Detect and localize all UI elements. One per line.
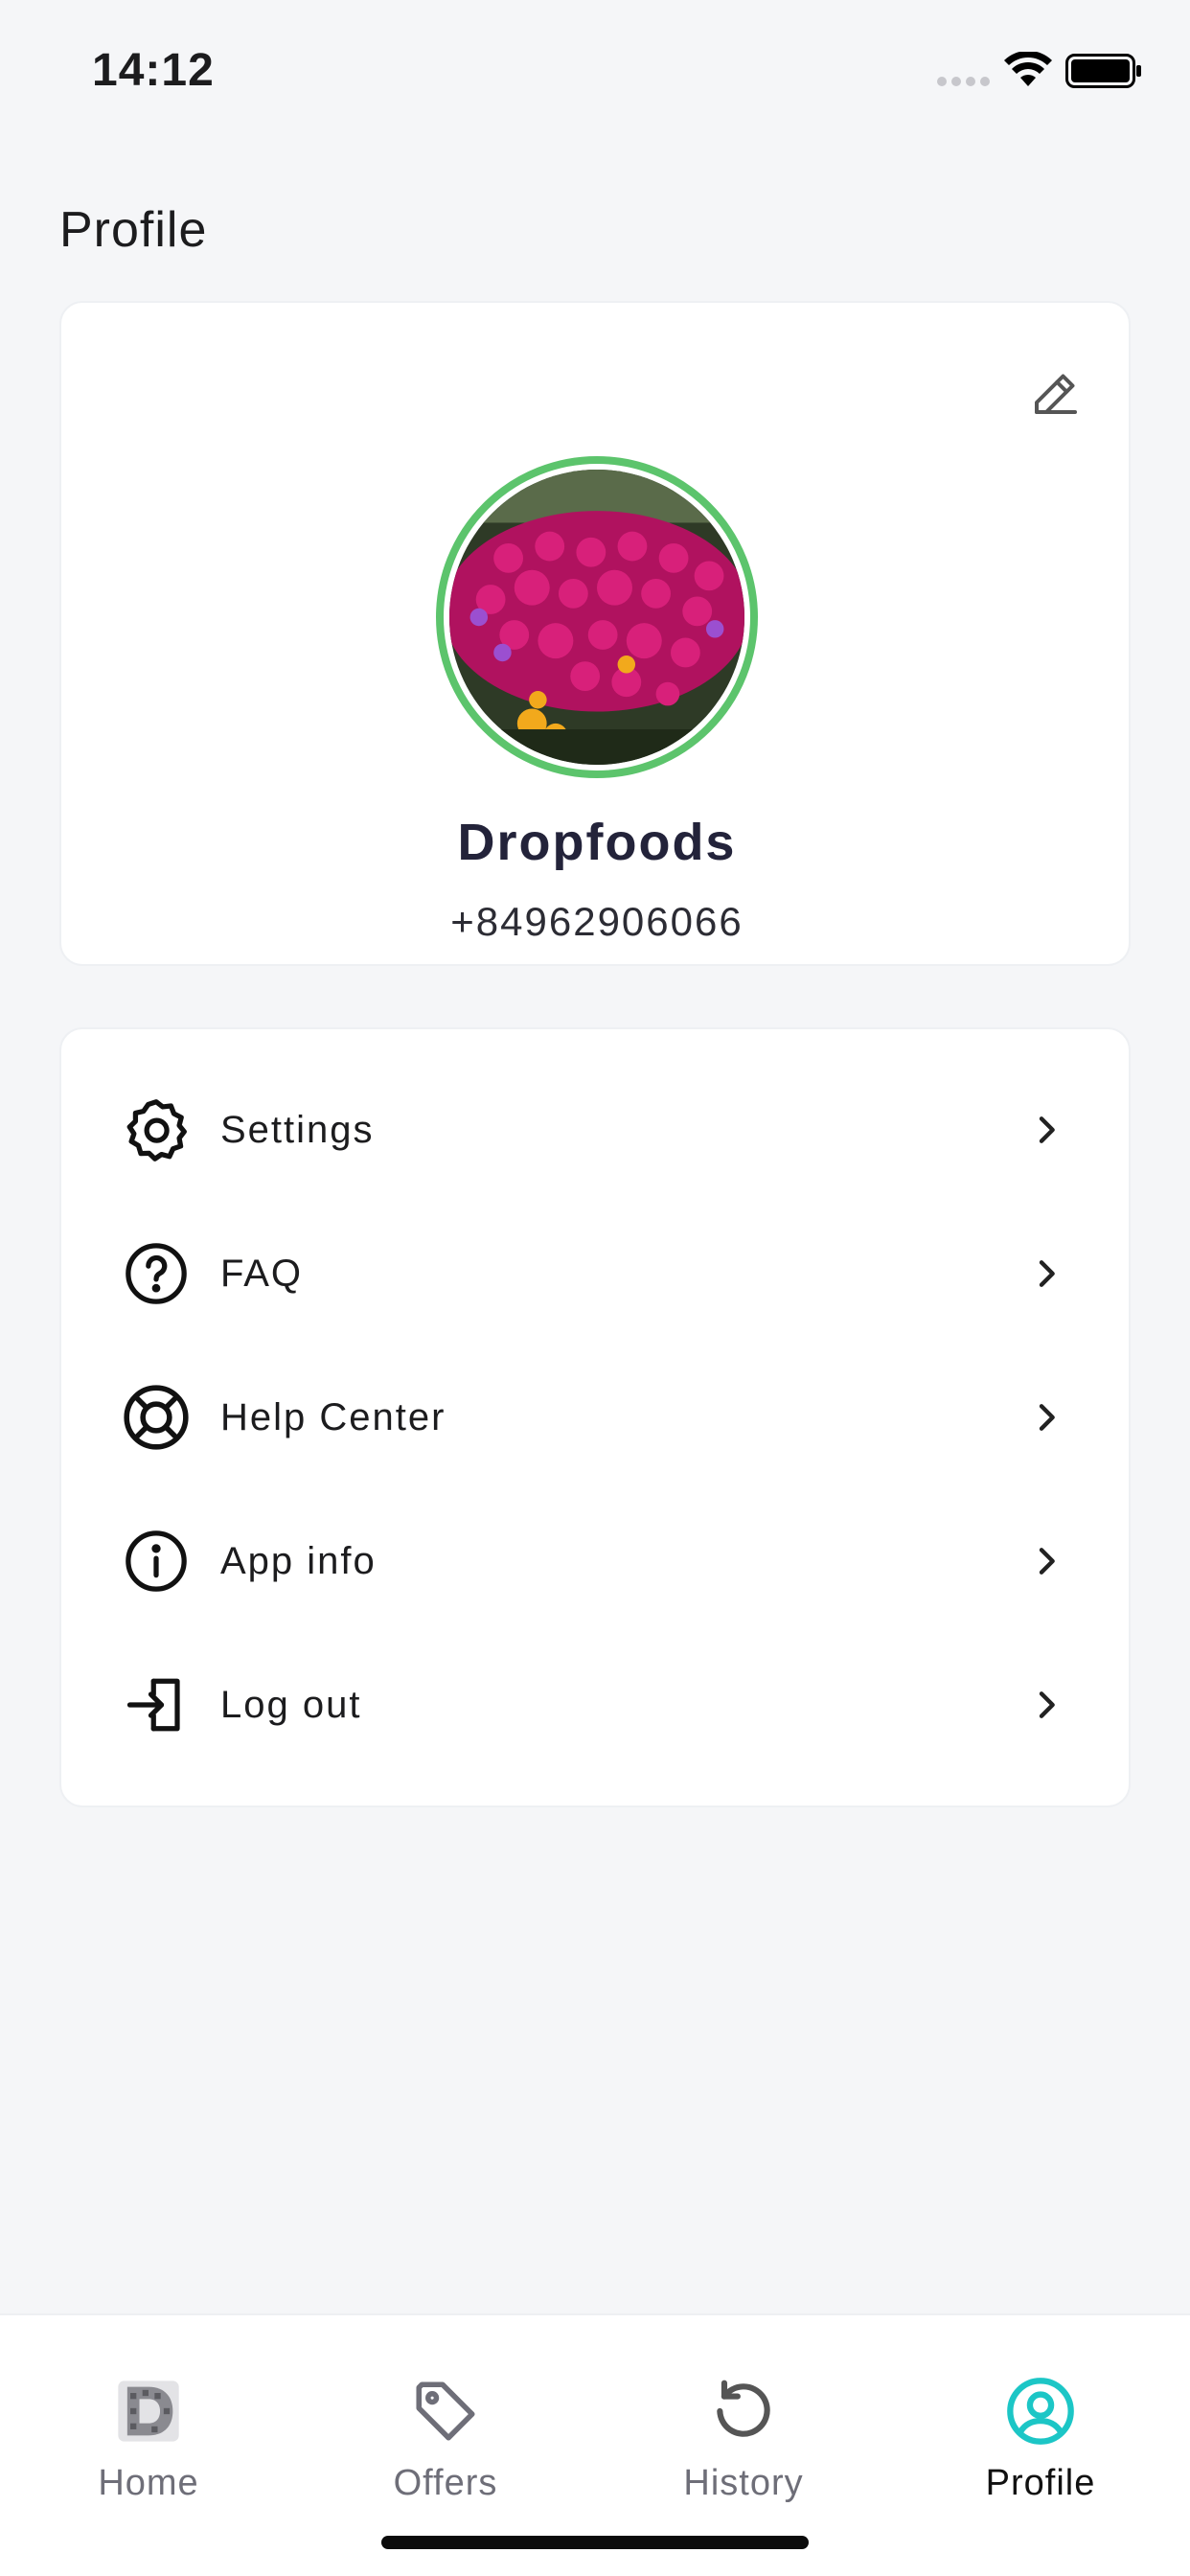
profile-card: Dropfoods +84962906066 xyxy=(59,301,1131,966)
menu-item-label: FAQ xyxy=(220,1252,304,1295)
battery-icon xyxy=(1065,54,1141,88)
pencil-icon xyxy=(1035,374,1077,414)
menu-card: Settings FAQ Help Center App info Log ou… xyxy=(59,1027,1131,1807)
history-icon xyxy=(705,2373,782,2450)
logout-icon xyxy=(121,1669,192,1740)
tag-icon xyxy=(407,2373,484,2450)
tab-label: Offers xyxy=(393,2463,498,2503)
chevron-right-icon xyxy=(1039,1691,1055,1718)
menu-item-help-center[interactable]: Help Center xyxy=(61,1346,1129,1489)
menu-item-label: Help Center xyxy=(220,1395,446,1438)
profile-name: Dropfoods xyxy=(457,814,737,871)
status-bar: 14:12 xyxy=(0,0,1190,134)
menu-item-log-out[interactable]: Log out xyxy=(61,1633,1129,1777)
home-logo-icon xyxy=(110,2373,187,2450)
user-circle-icon xyxy=(1002,2373,1079,2450)
menu-item-label: Log out xyxy=(220,1683,362,1726)
tab-history[interactable]: History xyxy=(619,2373,868,2517)
profile-screen: 14:12 Profile Dropfoods +84962906066 Set… xyxy=(0,0,1190,2576)
profile-phone: +84962906066 xyxy=(450,899,744,944)
tab-home[interactable]: Home xyxy=(24,2373,273,2517)
chevron-right-icon xyxy=(1039,1116,1055,1143)
menu-item-label: App info xyxy=(220,1539,377,1582)
menu-item-settings[interactable]: Settings xyxy=(61,1058,1129,1202)
avatar[interactable] xyxy=(436,456,758,778)
menu-item-app-info[interactable]: App info xyxy=(61,1489,1129,1633)
status-time: 14:12 xyxy=(92,45,215,96)
question-circle-icon xyxy=(121,1238,192,1309)
chevron-right-icon xyxy=(1039,1404,1055,1431)
menu-item-faq[interactable]: FAQ xyxy=(61,1202,1129,1346)
tab-profile[interactable]: Profile xyxy=(916,2373,1165,2517)
menu-item-label: Settings xyxy=(220,1108,375,1151)
edit-profile-button[interactable] xyxy=(1019,356,1092,429)
tab-label: Profile xyxy=(985,2463,1096,2503)
home-indicator xyxy=(381,2536,809,2549)
wifi-icon xyxy=(1004,52,1052,86)
chevron-right-icon xyxy=(1039,1260,1055,1287)
chevron-right-icon xyxy=(1039,1548,1055,1575)
tab-offers[interactable]: Offers xyxy=(321,2373,570,2517)
page-title: Profile xyxy=(59,202,208,258)
cellular-signal-icon xyxy=(937,77,990,86)
info-circle-icon xyxy=(121,1526,192,1597)
avatar-photo xyxy=(449,470,744,765)
tab-label: History xyxy=(683,2463,804,2503)
gear-icon xyxy=(121,1094,192,1165)
tab-label: Home xyxy=(98,2463,199,2503)
lifebuoy-icon xyxy=(121,1382,192,1453)
